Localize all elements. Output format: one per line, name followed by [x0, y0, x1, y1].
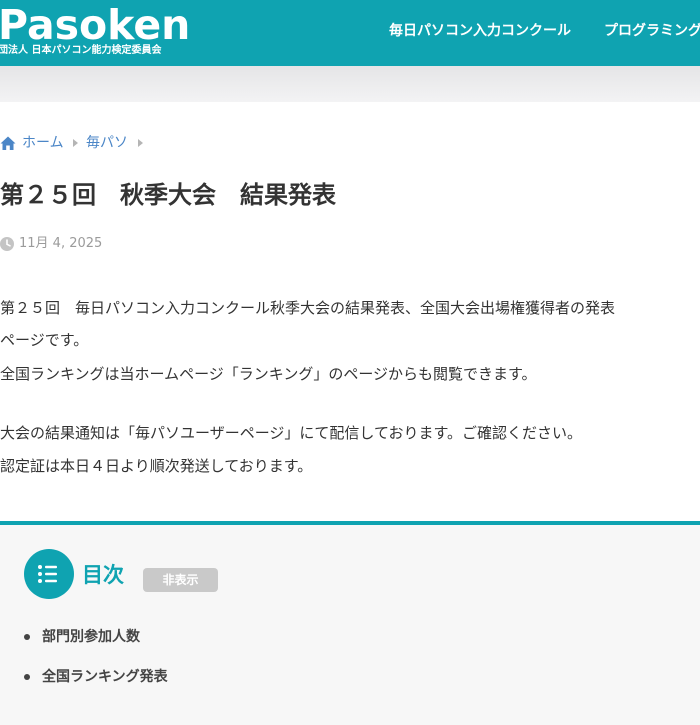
bullet-icon	[24, 674, 30, 680]
article-paragraph: 認定証は本日４日より順次発送しております。	[0, 457, 313, 475]
header-band	[0, 66, 700, 102]
bullet-icon	[24, 634, 30, 640]
org-name: 団法人 日本パソコン能力検定委員会	[0, 45, 162, 56]
toc-item-label: 全国ランキング発表	[42, 669, 168, 685]
article-paragraph: 大会の結果通知は「毎パソユーザーページ」にて配信しております。ご確認ください。	[0, 424, 583, 442]
table-of-contents: 目次 非表示 部門別参加人数 全国ランキング発表	[0, 521, 700, 725]
toc-title: 目次	[82, 563, 124, 587]
site-logo[interactable]: Pasoken	[0, 4, 190, 46]
breadcrumb-home-link[interactable]: ホーム	[22, 134, 64, 152]
nav-item-mainichi-contest[interactable]: 毎日パソコン入力コンクール	[389, 22, 571, 40]
article-paragraph: 第２５回 毎日パソコン入力コンクール秋季大会の結果発表、全国大会出場権獲得者の発…	[0, 299, 616, 317]
date-text: 11月 4, 2025	[19, 236, 103, 251]
toc-icon-badge	[24, 549, 74, 599]
article-paragraph: ページです。	[0, 331, 89, 349]
toc-item-label: 部門別参加人数	[42, 629, 140, 645]
site-header: Pasoken 団法人 日本パソコン能力検定委員会 毎日パソコン入力コンクール …	[0, 0, 700, 66]
list-icon	[38, 565, 57, 583]
breadcrumb-category-link[interactable]: 毎パソ	[86, 134, 128, 152]
home-icon	[0, 136, 16, 150]
article-paragraph: 全国ランキングは当ホームページ「ランキング」のページからも閲覧できます。	[0, 365, 537, 383]
nav-item-programming[interactable]: プログラミング	[604, 22, 700, 40]
chevron-right-icon	[73, 139, 78, 147]
toc-hide-button[interactable]: 非表示	[143, 568, 218, 592]
chevron-right-icon	[138, 139, 143, 147]
clock-icon	[0, 237, 14, 251]
page-title: 第２５回 秋季大会 結果発表	[0, 181, 336, 209]
